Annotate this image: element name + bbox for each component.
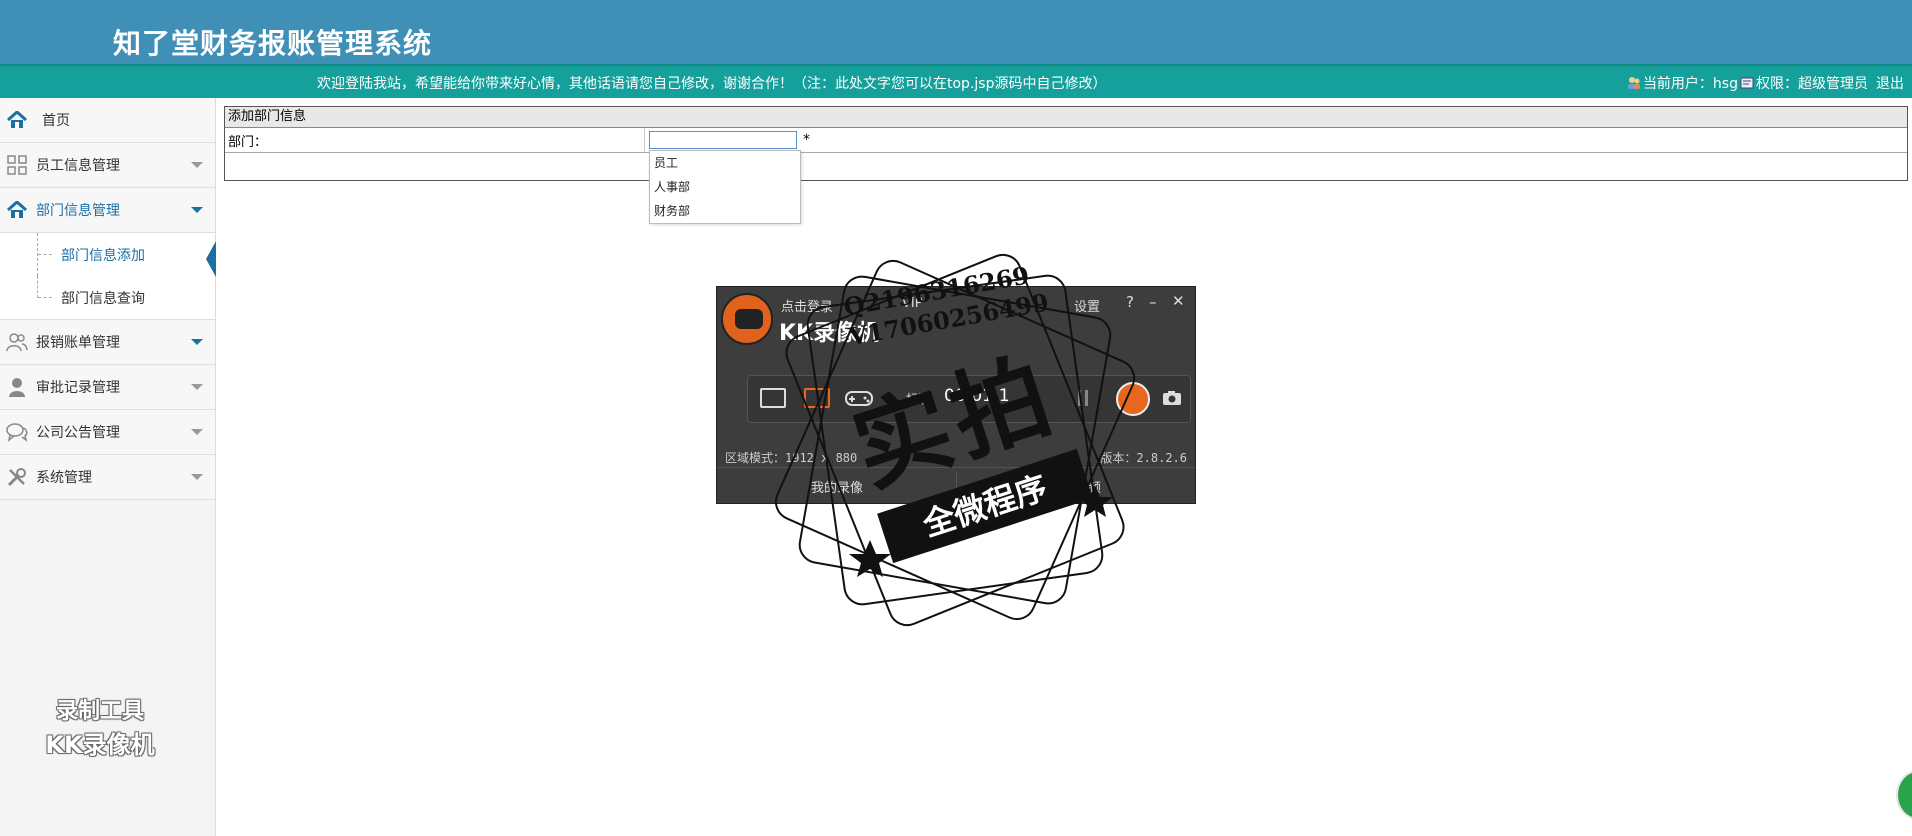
sidebar-item-label: 报销账单管理 bbox=[36, 335, 120, 351]
sidebar-item-employee[interactable]: 员工信息管理 bbox=[0, 143, 215, 188]
logout-link[interactable]: 退出 bbox=[1876, 73, 1904, 93]
panel-title: 添加部门信息 bbox=[225, 107, 1907, 128]
dropdown-option[interactable]: 人事部 bbox=[650, 175, 800, 199]
app-title: 知了堂财务报账管理系统 bbox=[113, 27, 433, 60]
form-actions-row bbox=[225, 153, 1907, 180]
sidebar-subitem-dept-query[interactable]: 部门信息查询 bbox=[0, 276, 215, 320]
sidebar: 首页 员工信息管理 部门信息管理 部门信息添加 部门信息查询 报销账单管理 审批… bbox=[0, 98, 216, 836]
sidebar-item-expense[interactable]: 报销账单管理 bbox=[0, 320, 215, 365]
recording-tool-watermark: 录制工具 KK录像机 bbox=[45, 699, 155, 759]
active-pointer bbox=[206, 241, 216, 277]
home-icon bbox=[6, 199, 28, 221]
user-icon bbox=[6, 376, 28, 398]
current-user: 当前用户：hsg bbox=[1642, 76, 1738, 92]
sidebar-item-approval[interactable]: 审批记录管理 bbox=[0, 365, 215, 410]
add-dept-panel: 添加部门信息 部门： * bbox=[224, 106, 1908, 181]
floating-assistant-ball[interactable] bbox=[1896, 770, 1912, 820]
tools-icon bbox=[6, 466, 28, 488]
chat-icon bbox=[6, 421, 28, 443]
chevron-down-icon bbox=[191, 474, 203, 480]
dept-form-row: 部门： * bbox=[225, 128, 1907, 153]
dropdown-option[interactable]: 员工 bbox=[650, 151, 800, 175]
camera-icon[interactable] bbox=[1162, 390, 1182, 406]
chevron-down-icon bbox=[191, 207, 203, 213]
sidebar-item-announcement[interactable]: 公司公告管理 bbox=[0, 410, 215, 455]
dept-input[interactable] bbox=[649, 131, 797, 149]
recorder-close-button[interactable]: ✕ bbox=[1172, 292, 1185, 310]
sidebar-item-label: 系统管理 bbox=[36, 470, 92, 486]
sidebar-subitem-label: 部门信息查询 bbox=[61, 290, 145, 307]
sidebar-item-label: 审批记录管理 bbox=[36, 380, 120, 396]
app-header: 知了堂财务报账管理系统 bbox=[0, 0, 1912, 64]
home-icon bbox=[6, 109, 28, 131]
sidebar-item-label: 公司公告管理 bbox=[36, 425, 120, 441]
sidebar-subitem-dept-add[interactable]: 部门信息添加 bbox=[0, 233, 216, 277]
welcome-text: 欢迎登陆我站，希望能给你带来好心情，其他话语请您自己修改，谢谢合作！（注：此处文… bbox=[317, 76, 1107, 92]
top-info-bar: 欢迎登陆我站，希望能给你带来好心情，其他话语请您自己修改，谢谢合作！（注：此处文… bbox=[0, 64, 1912, 98]
permission-icon bbox=[1740, 77, 1754, 89]
grid-icon bbox=[6, 154, 28, 176]
user-info: 当前用户：hsg 权限：超级管理员 退出 bbox=[1627, 73, 1904, 93]
dept-label: 部门： bbox=[225, 128, 645, 152]
chevron-down-icon bbox=[191, 384, 203, 390]
main-content: 添加部门信息 部门： * bbox=[224, 106, 1909, 181]
dropdown-option[interactable]: 财务部 bbox=[650, 199, 800, 223]
chevron-down-icon bbox=[191, 339, 203, 345]
sidebar-subitem-label: 部门信息添加 bbox=[61, 247, 145, 264]
sidebar-item-department[interactable]: 部门信息管理 bbox=[0, 188, 215, 233]
permission-text: 权限：超级管理员 bbox=[1756, 76, 1868, 92]
users-icon bbox=[6, 331, 28, 353]
required-mark: * bbox=[803, 132, 810, 148]
sidebar-item-home[interactable]: 首页 bbox=[0, 98, 215, 143]
user-icon bbox=[1627, 77, 1640, 89]
sidebar-item-label: 首页 bbox=[42, 113, 70, 129]
sidebar-item-system[interactable]: 系统管理 bbox=[0, 455, 215, 500]
chevron-down-icon bbox=[191, 162, 203, 168]
dept-autocomplete-dropdown: 员工 人事部 财务部 bbox=[649, 150, 801, 224]
chevron-down-icon bbox=[191, 429, 203, 435]
watermark-stamp: Q2196316269 V17060256499 实拍 全微程序 bbox=[750, 240, 1160, 640]
sidebar-item-label: 部门信息管理 bbox=[36, 203, 120, 219]
sidebar-item-label: 员工信息管理 bbox=[36, 158, 120, 174]
